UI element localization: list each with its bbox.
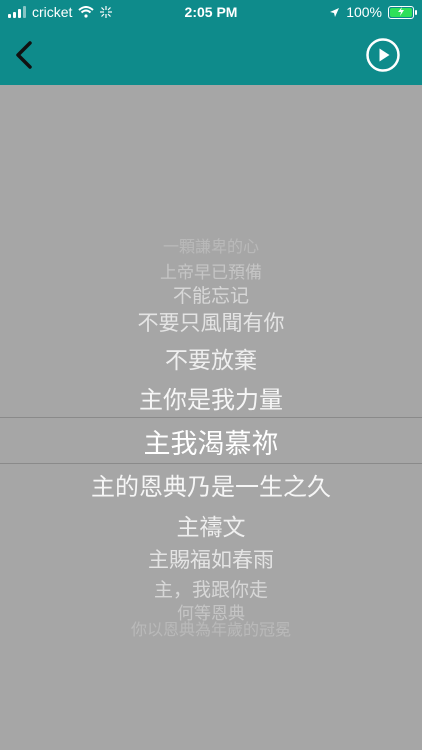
status-right: 100% <box>329 4 417 20</box>
play-button[interactable] <box>366 38 400 72</box>
selection-divider-top <box>0 417 422 418</box>
back-button[interactable] <box>8 38 42 72</box>
battery-percent: 100% <box>346 4 382 20</box>
lyric-line[interactable]: 主，我跟你走 <box>0 575 422 602</box>
lyric-line[interactable]: 主賜福如春雨 <box>0 544 422 574</box>
lyrics-picker[interactable]: 一顆謙卑的心 上帝早已預備 不能忘记 不要只風聞有你 不要放棄 主你是我力量 主… <box>0 85 422 750</box>
lyric-line[interactable]: 不要只風聞有你 <box>0 307 422 337</box>
nav-bar <box>0 24 422 85</box>
charging-icon <box>398 6 404 16</box>
lyric-line[interactable]: 上帝早已預備 <box>0 258 422 283</box>
lyric-line-selected[interactable]: 主我渴慕祢 <box>0 422 422 461</box>
lyric-line[interactable]: 主你是我力量 <box>0 380 422 415</box>
back-chevron-icon <box>16 41 32 69</box>
battery-icon <box>388 5 417 19</box>
lyric-line[interactable]: 主禱文 <box>0 508 422 542</box>
lyric-line[interactable]: 主的恩典乃是一生之久 <box>0 467 422 502</box>
lyric-line[interactable]: 一顆謙卑的心 <box>0 233 422 257</box>
lyric-line[interactable]: 你以恩典為年歲的冠冕 <box>0 616 422 640</box>
lyric-line[interactable]: 不能忘记 <box>0 281 422 308</box>
lyric-line[interactable]: 不要放棄 <box>0 341 422 375</box>
selection-divider-bottom <box>0 463 422 464</box>
location-icon <box>330 7 340 17</box>
play-circle-icon <box>366 38 400 72</box>
status-bar: cricket 2:05 PM 100% <box>0 0 422 24</box>
